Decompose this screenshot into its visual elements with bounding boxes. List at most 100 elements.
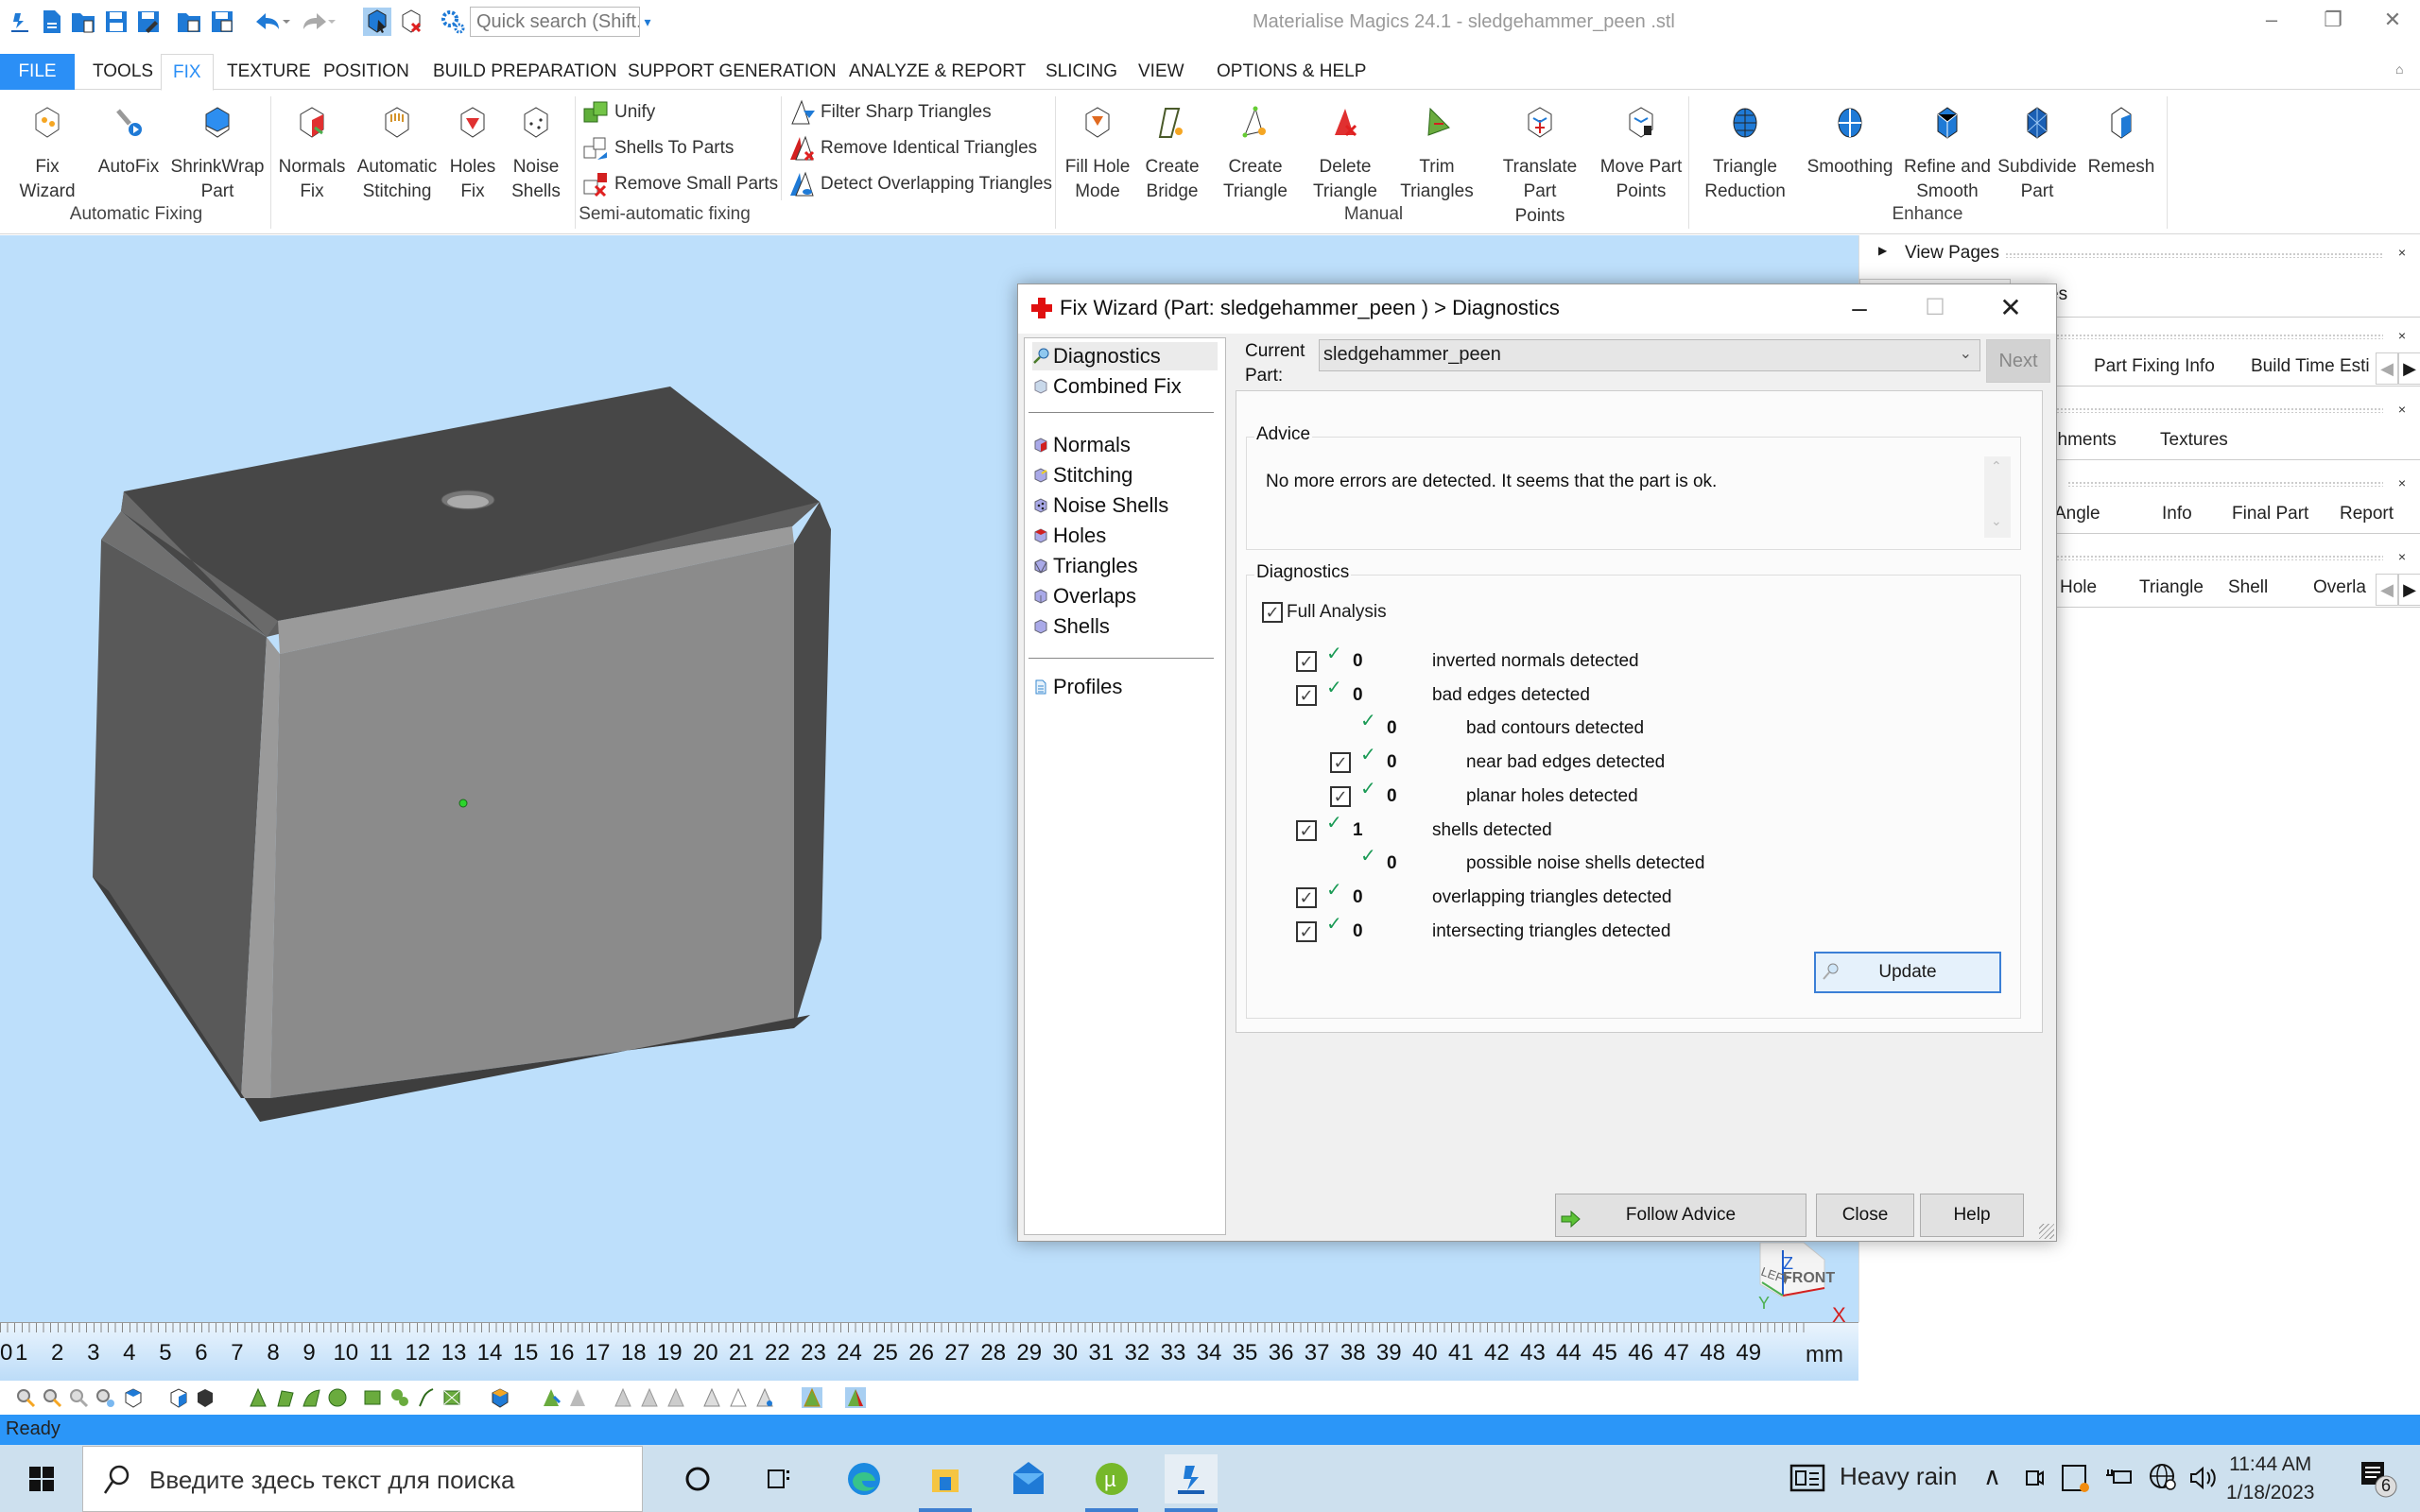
select-surface-icon[interactable] [301, 1387, 321, 1408]
tab-position[interactable]: POSITION [312, 54, 421, 90]
tab-file[interactable]: FILE [0, 54, 75, 90]
scroll-down-icon[interactable]: ⌄ [1991, 513, 2002, 529]
normals-fix-button[interactable]: Normals Fix [274, 104, 350, 204]
undo-icon[interactable] [253, 8, 291, 36]
tab-build-preparation[interactable]: BUILD PREPARATION [422, 54, 629, 90]
tab-textures[interactable]: Textures [2160, 430, 2228, 451]
shells-to-parts-button[interactable]: Shells To Parts [582, 132, 734, 164]
subdivide-part-button[interactable]: Subdivide Part [1996, 104, 2078, 204]
tab-texture[interactable]: TEXTURE [216, 54, 322, 90]
view-part-icon[interactable] [123, 1387, 144, 1408]
panel-close-icon[interactable]: × [2398, 245, 2406, 260]
create-triangle-button[interactable]: Create Triangle [1214, 104, 1297, 204]
diagnostic-checkbox[interactable]: ✓ [1330, 785, 1351, 807]
tab-angle[interactable]: Angle [2054, 504, 2100, 524]
tab-triangle[interactable]: Triangle [2139, 577, 2204, 598]
tabs-scroll-right-icon[interactable]: ▶ [2398, 352, 2420, 385]
panel-close-icon[interactable]: × [2398, 328, 2406, 343]
news-icon[interactable] [1789, 1462, 1827, 1494]
drag-handle[interactable] [2048, 407, 2383, 413]
diagnostic-checkbox[interactable]: ✓ [1296, 684, 1317, 706]
mark-outline-icon[interactable] [728, 1387, 749, 1408]
shrinkwrap-part-button[interactable]: ShrinkWrap Part [168, 104, 267, 204]
open-project-icon[interactable] [176, 8, 204, 36]
magics-taskbar-icon[interactable] [1165, 1454, 1218, 1503]
tab-shell[interactable]: Shell [2228, 577, 2268, 598]
create-bridge-button[interactable]: Create Bridge [1142, 104, 1202, 204]
remove-identical-triangles-button[interactable]: Remove Identical Triangles [788, 132, 1037, 164]
zoom-window-icon[interactable] [42, 1387, 62, 1408]
quick-search-input[interactable]: Quick search (Shift... [470, 7, 640, 37]
triangle-mode-colored-icon[interactable] [845, 1387, 866, 1408]
nav-stitching[interactable]: Stitching [1032, 461, 1218, 490]
tabs-scroll-left-icon[interactable]: ◀ [2376, 352, 2398, 385]
magics-logo-icon[interactable] [6, 8, 34, 36]
smoothing-button[interactable]: Smoothing [1804, 104, 1896, 180]
close-dialog-button[interactable]: Close [1816, 1194, 1914, 1237]
select-part-tool-icon[interactable] [490, 1387, 510, 1408]
delete-triangle-button[interactable]: Delete Triangle [1305, 104, 1386, 204]
sync-icon[interactable] [2061, 1462, 2091, 1499]
cortana-icon[interactable] [671, 1454, 724, 1503]
tab-build-time-estimation[interactable]: Build Time Esti [2251, 356, 2377, 377]
next-button[interactable]: Next [1986, 339, 2050, 383]
nav-profiles[interactable]: Profiles [1032, 673, 1218, 701]
select-plane-icon[interactable] [274, 1387, 295, 1408]
tab-report[interactable]: Report [2340, 504, 2394, 524]
automatic-stitching-button[interactable]: Automatic Stitching [352, 104, 442, 204]
nav-holes[interactable]: Holes [1032, 522, 1218, 550]
detect-overlapping-triangles-button[interactable]: Detect Overlapping Triangles [788, 168, 1052, 200]
triangle-reduction-button[interactable]: Triangle Reduction [1692, 104, 1798, 204]
save-project-icon[interactable] [208, 8, 236, 36]
power-plug-icon[interactable] [2104, 1464, 2135, 1497]
move-part-points-button[interactable]: Move Part Points [1598, 104, 1685, 204]
diagnostic-checkbox[interactable]: ✓ [1296, 819, 1317, 841]
select-lasso-icon[interactable] [389, 1387, 410, 1408]
view-pages-header[interactable]: ▶ View Pages × [1859, 241, 2420, 269]
dialog-title-bar[interactable]: Fix Wizard (Part: sledgehammer_peen ) > … [1018, 284, 2056, 334]
tab-hole[interactable]: Hole [2060, 577, 2097, 598]
tab-slicing[interactable]: SLICING [1034, 54, 1129, 90]
help-button[interactable]: Help [1920, 1194, 2024, 1237]
scroll-up-icon[interactable]: ⌃ [1991, 458, 2002, 474]
zoom-extents-icon[interactable] [68, 1387, 89, 1408]
view-cube[interactable]: Z LEFT FRONT Y X [1756, 1239, 1846, 1322]
tab-support-generation[interactable]: SUPPORT GENERATION [616, 54, 848, 90]
new-file-icon[interactable] [38, 8, 66, 36]
tab-final-part[interactable]: Final Part [2232, 504, 2308, 524]
drag-handle[interactable] [2005, 252, 2383, 258]
select-line-icon[interactable] [416, 1387, 437, 1408]
filter-sharp-triangles-button[interactable]: Filter Sharp Triangles [788, 96, 992, 129]
camera-icon[interactable] [2023, 1464, 2046, 1497]
nav-noise-shells[interactable]: Noise Shells [1032, 491, 1218, 520]
show-hidden-icons-chevron[interactable]: ∧ [1983, 1462, 2001, 1491]
save-as-icon[interactable] [134, 8, 163, 36]
diagnostic-checkbox[interactable]: ✓ [1330, 752, 1351, 774]
follow-advice-button[interactable]: Follow Advice [1555, 1194, 1806, 1237]
select-part-icon[interactable] [363, 8, 391, 36]
expand-marking-icon[interactable] [613, 1387, 633, 1408]
nav-shells[interactable]: Shells [1032, 612, 1218, 641]
windows-start-icon[interactable] [15, 1454, 68, 1503]
select-grid-icon[interactable] [442, 1387, 463, 1408]
drag-handle[interactable] [2067, 481, 2383, 487]
notifications-icon[interactable]: 6 [2358, 1458, 2397, 1500]
dialog-minimize-button[interactable]: ‒ [1841, 292, 1878, 324]
dialog-close-button[interactable]: ✕ [1992, 292, 2030, 324]
diagnostic-checkbox[interactable]: ✓ [1296, 886, 1317, 908]
drag-handle[interactable] [2048, 334, 2383, 339]
select-shell-icon[interactable] [327, 1387, 348, 1408]
tab-options-help[interactable]: OPTIONS & HELP [1205, 54, 1377, 90]
panel-close-icon[interactable]: × [2398, 549, 2406, 564]
noise-shells-button[interactable]: Noise Shells [505, 104, 567, 204]
unmark-triangles-icon[interactable] [567, 1387, 588, 1408]
tab-info[interactable]: Info [2162, 504, 2192, 524]
diagnostic-checkbox[interactable]: ✓ [1296, 920, 1317, 942]
mark-wireframe-icon[interactable] [701, 1387, 722, 1408]
tabs-scroll-left-icon[interactable]: ◀ [2376, 574, 2398, 606]
nav-triangles[interactable]: Triangles [1032, 552, 1218, 580]
nav-overlaps[interactable]: Overlaps [1032, 582, 1218, 610]
mark-triangles-icon[interactable] [541, 1387, 562, 1408]
tab-attachments[interactable]: chments [2048, 430, 2117, 451]
refine-and-smooth-button[interactable]: Refine and Smooth [1902, 104, 1993, 204]
